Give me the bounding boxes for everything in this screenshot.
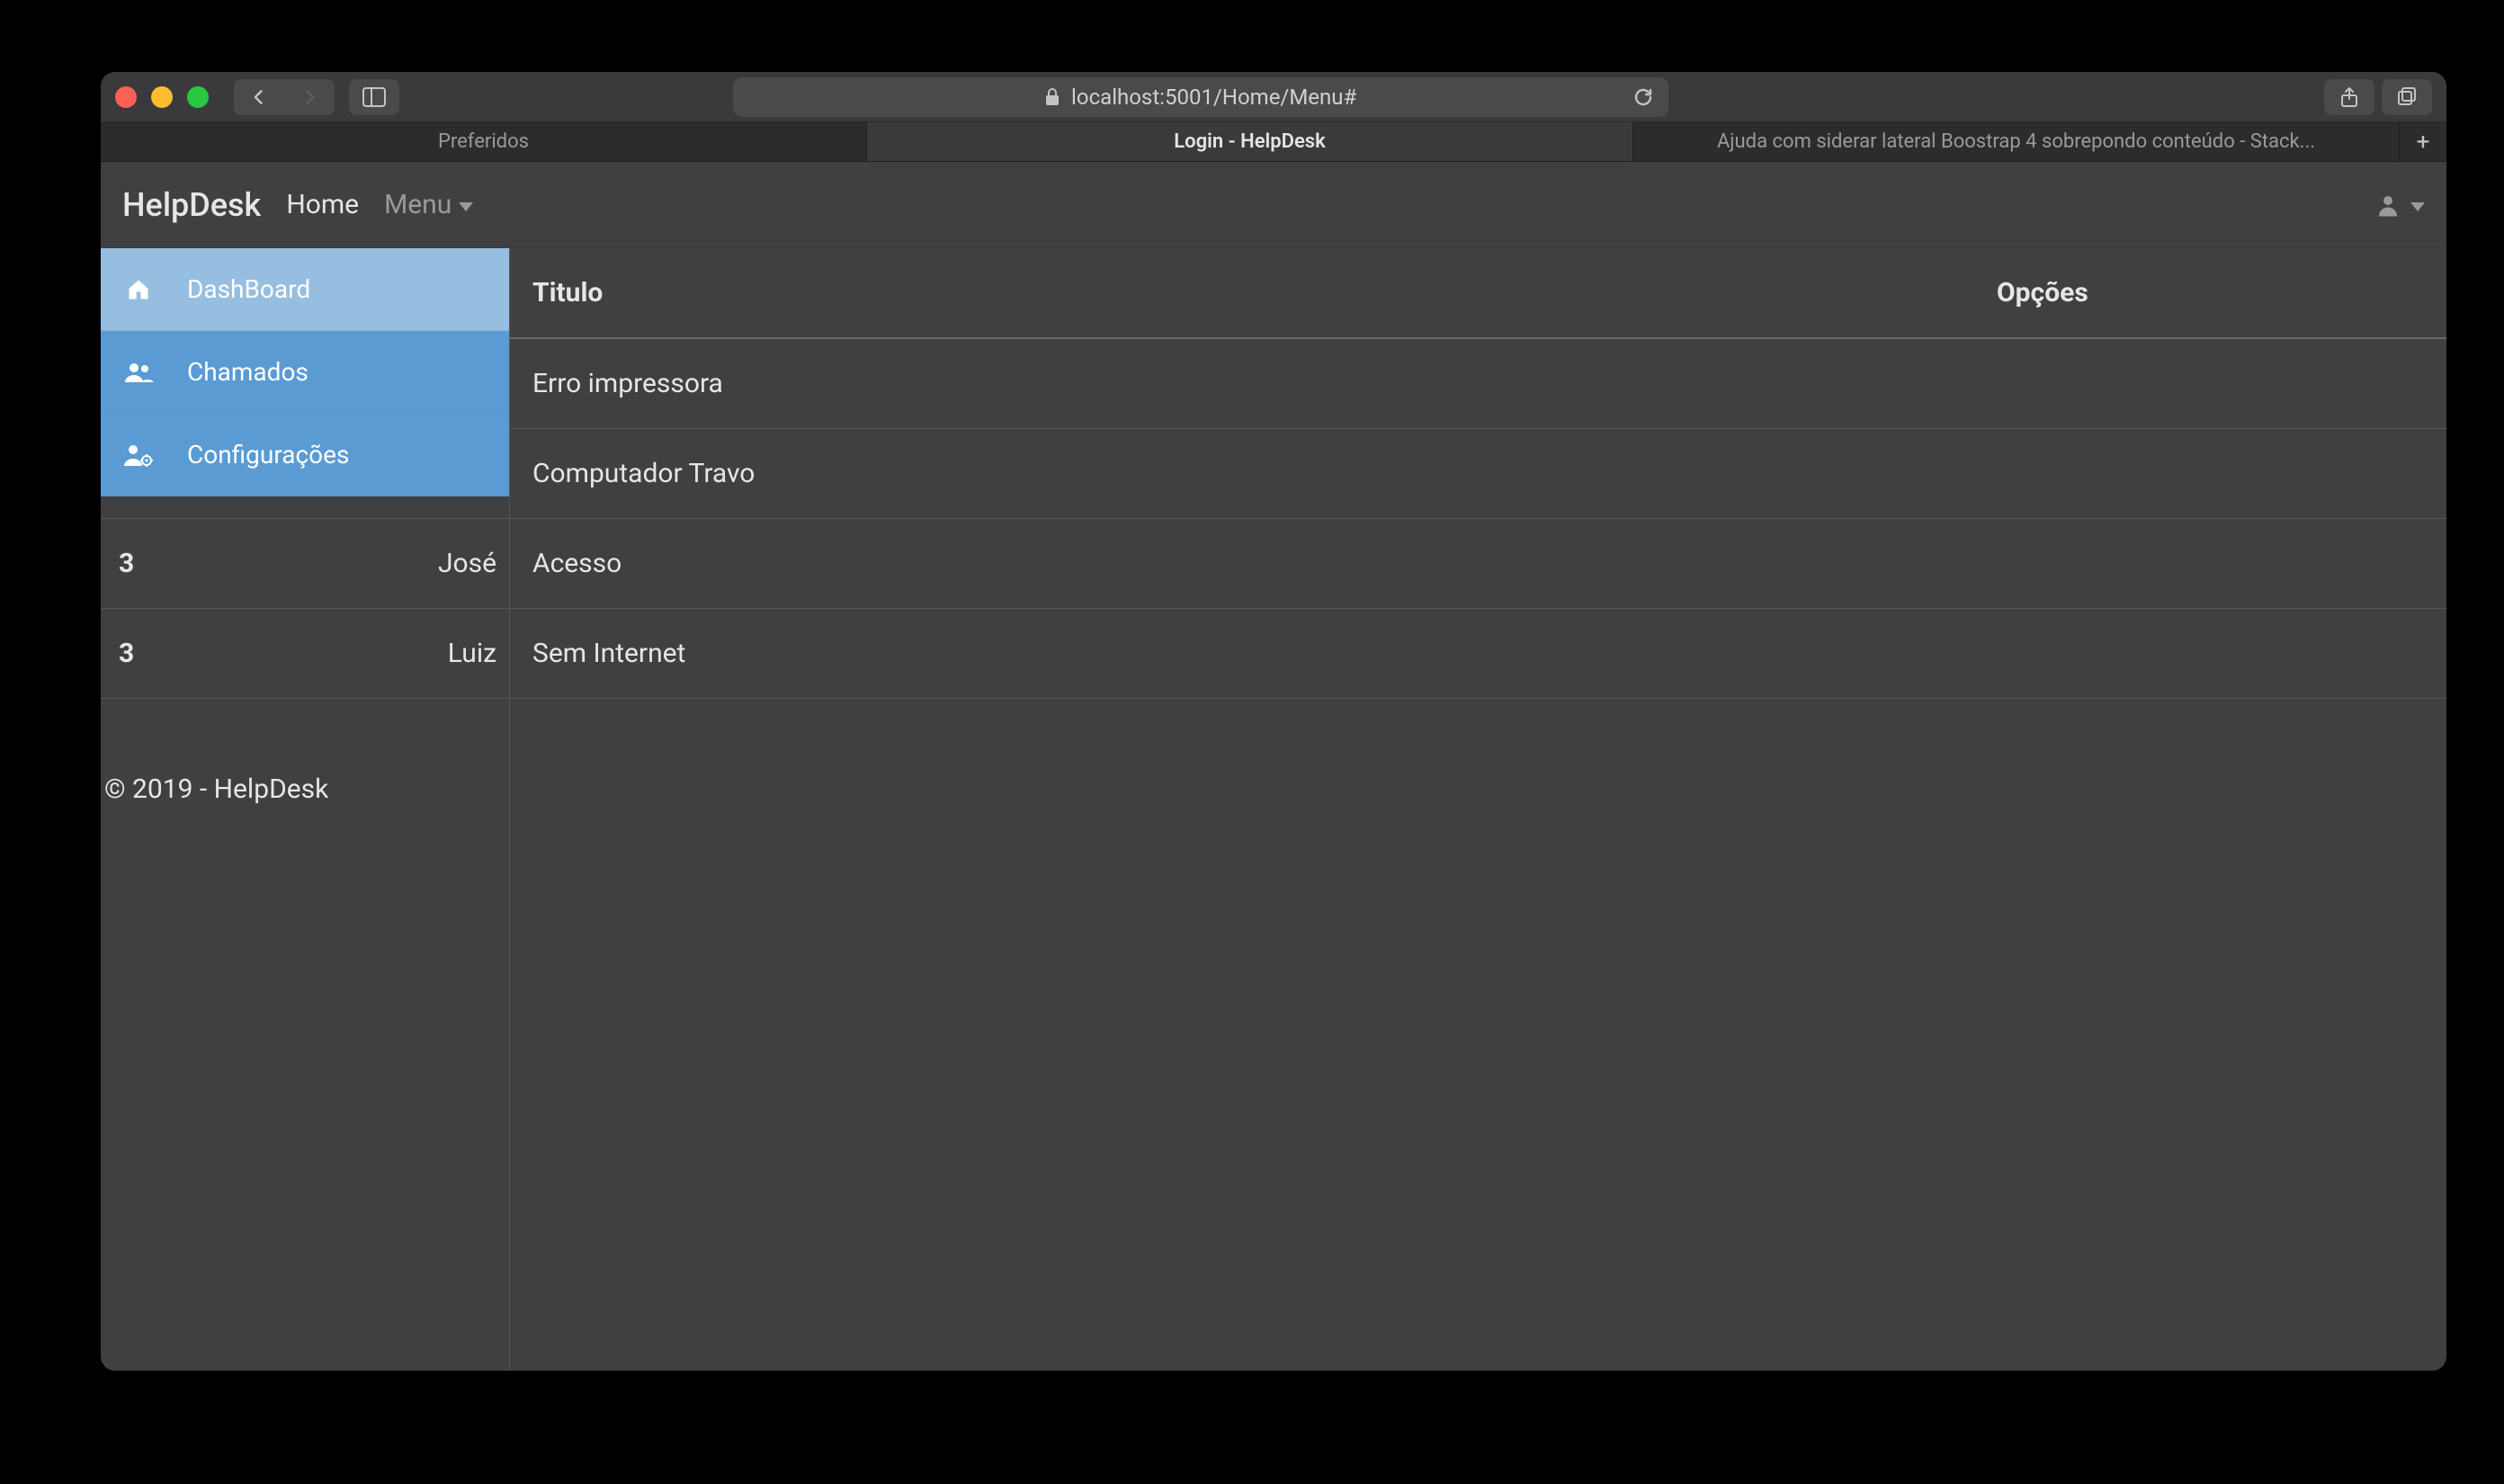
tab-label: Ajuda com siderar lateral Boostrap 4 sob… [1717,130,2315,153]
maximize-window-button[interactable] [187,86,209,108]
nav-link-home[interactable]: Home [286,189,359,220]
cell-title: Sem Internet [514,608,1979,698]
brand[interactable]: HelpDesk [122,186,261,224]
sidebar-toggle-button[interactable] [349,79,399,115]
th-title: Titulo [514,248,1979,338]
cell-options [1979,428,2446,518]
back-button[interactable] [234,79,284,115]
browser-tab-1[interactable]: Login - HelpDesk [867,122,1633,161]
page-content: HelpDesk Home Menu Titulo [101,162,2446,1371]
forward-button[interactable] [284,79,335,115]
content-area: Titulo Opções Erro impressora Computa [101,248,2446,1371]
cell-name: José [299,518,514,608]
cell-options [1979,608,2446,698]
chevron-down-icon [2410,202,2425,211]
url-text: localhost:5001/Home/Menu# [1071,85,1356,110]
footer-text: © 2019 - HelpDesk [101,763,328,805]
cell-id: 3 [101,608,299,698]
user-menu[interactable] [2374,192,2425,219]
sidebar-item-configuracoes[interactable]: Configurações [101,414,509,496]
cell-options [1979,518,2446,608]
cell-title: Erro impressora [514,338,1979,428]
sidebar-item-chamados[interactable]: Chamados [101,331,509,414]
app-navbar: HelpDesk Home Menu [101,162,2446,248]
sidebar: DashBoard Chamados Configurações [101,248,509,496]
sidebar-label: Configurações [187,440,349,469]
sidebar-item-dashboard[interactable]: DashBoard [101,248,509,331]
chevron-down-icon [459,202,473,211]
tab-bar: Preferidos Login - HelpDesk Ajuda com si… [101,122,2446,162]
reload-button[interactable] [1632,86,1654,108]
vertical-divider [509,248,510,1371]
toolbar-right [2324,79,2432,115]
th-options: Opções [1979,248,2446,338]
nav-link-menu-label: Menu [384,189,452,220]
sidebar-label: Chamados [187,357,309,387]
cell-title: Computador Travo [514,428,1979,518]
tab-label: Login - HelpDesk [1174,130,1325,153]
browser-toolbar: localhost:5001/Home/Menu# [101,72,2446,122]
users-icon [122,361,155,384]
url-bar[interactable]: localhost:5001/Home/Menu# [733,77,1668,117]
nav-link-menu[interactable]: Menu [384,189,473,220]
browser-tab-2[interactable]: Ajuda com siderar lateral Boostrap 4 sob… [1633,122,2400,161]
minimize-window-button[interactable] [151,86,173,108]
browser-window: localhost:5001/Home/Menu# Preferidos Log… [101,72,2446,1371]
cell-title: Acesso [514,518,1979,608]
cell-name: Luiz [299,608,514,698]
home-icon [122,277,155,302]
tab-label: Preferidos [438,130,529,153]
user-icon [2374,192,2401,219]
cell-id: 3 [101,518,299,608]
user-cog-icon [122,443,155,468]
new-tab-button[interactable]: + [2400,122,2446,161]
share-button[interactable] [2324,79,2374,115]
tabs-overview-button[interactable] [2382,79,2432,115]
close-window-button[interactable] [115,86,137,108]
sidebar-label: DashBoard [187,274,310,304]
table-row[interactable]: 3 Luiz Sem Internet [101,608,2446,698]
nav-buttons [234,79,335,115]
window-controls [115,86,209,108]
browser-tab-0[interactable]: Preferidos [101,122,867,161]
cell-options [1979,338,2446,428]
table-row[interactable]: 3 José Acesso [101,518,2446,608]
lock-icon [1044,88,1060,106]
